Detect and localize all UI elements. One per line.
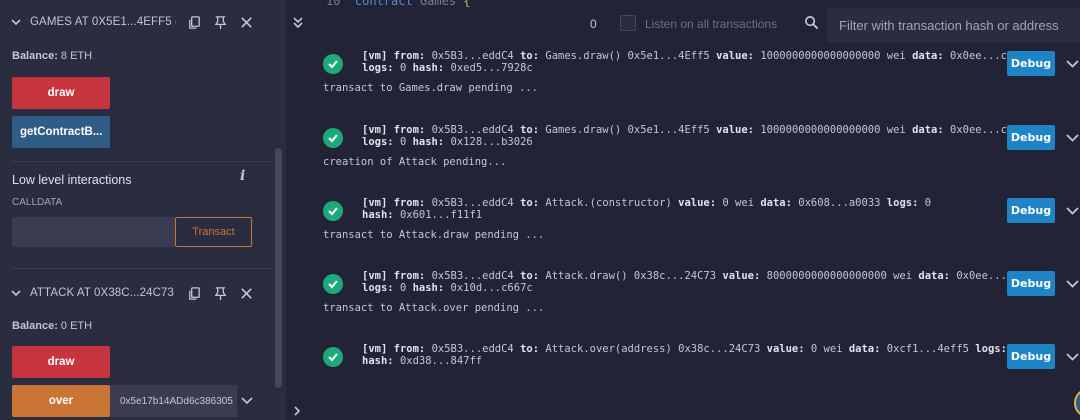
draw-button[interactable]: draw — [12, 77, 110, 109]
success-check-icon — [323, 54, 343, 74]
copy-icon[interactable] — [186, 14, 202, 30]
chevron-down-icon[interactable] — [10, 287, 22, 299]
get-contract-balance-button[interactable]: getContractB... — [12, 116, 110, 148]
pin-icon[interactable] — [212, 285, 228, 301]
contract-title: ATTACK AT 0X38C...24C73 (ME — [30, 287, 176, 299]
chevron-down-icon[interactable] — [1065, 203, 1080, 218]
balance-games: Balance: 8 ETH — [12, 50, 92, 62]
editor-code-peek: 10 contract Games { — [326, 0, 471, 8]
transaction-hash-line: logs: 0 hash: 0xed5...7928c — [362, 62, 533, 74]
remix-ide-window: GAMES AT 0X5E1...4EFF5 (MEM Balance: 8 E… — [0, 0, 1080, 420]
transaction-summary: [vm] from: 0x5B3...eddC4 to: Games.draw(… — [362, 50, 1033, 62]
contract-title: GAMES AT 0X5E1...4EFF5 (MEM — [30, 16, 176, 28]
transaction-summary: [vm] from: 0x5B3...eddC4 to: Games.draw(… — [362, 124, 1033, 136]
contract-header-attack[interactable]: ATTACK AT 0X38C...24C73 (ME — [0, 273, 262, 313]
terminal-panel: 10 contract Games { 0 Listen on all tran… — [286, 0, 1080, 420]
calldata-input[interactable] — [12, 217, 175, 247]
over-address-input[interactable]: 0x5e17b14ADd6c386305 — [110, 385, 237, 417]
search-icon[interactable] — [804, 15, 819, 30]
info-icon[interactable]: i — [240, 168, 245, 184]
chevron-down-icon[interactable] — [1065, 56, 1080, 71]
debug-button[interactable]: Debug — [1007, 271, 1055, 296]
scrollbar-thumb[interactable] — [275, 148, 282, 388]
pending-message: transact to Attack.draw pending ... — [323, 229, 545, 241]
chevron-down-icon[interactable] — [10, 16, 22, 28]
pin-icon[interactable] — [212, 14, 228, 30]
chevron-right-icon[interactable] — [292, 404, 302, 416]
success-check-icon — [323, 128, 343, 148]
transaction-summary: [vm] from: 0x5B3...eddC4 to: Attack.draw… — [362, 270, 1039, 282]
success-check-icon — [323, 201, 343, 221]
low-level-interactions-title: Low level interactions — [12, 173, 132, 187]
over-button[interactable]: over — [12, 385, 110, 417]
deployed-contracts-panel: GAMES AT 0X5E1...4EFF5 (MEM Balance: 8 E… — [0, 0, 286, 420]
debug-button[interactable]: Debug — [1007, 51, 1055, 76]
copy-icon[interactable] — [186, 285, 202, 301]
transaction-hash-line: logs: 0 hash: 0x128...b3026 — [362, 136, 533, 148]
transaction-hash-line: hash: 0x601...f11f1 — [362, 209, 483, 221]
listen-checkbox[interactable] — [620, 15, 636, 31]
transaction-hash-line: logs: 0 hash: 0x10d...c667c — [362, 282, 533, 294]
pending-message: creation of Attack pending... — [323, 156, 507, 168]
success-check-icon — [323, 274, 343, 294]
terminal-toolbar: 10 contract Games { 0 Listen on all tran… — [286, 0, 1080, 48]
debug-button[interactable]: Debug — [1007, 198, 1055, 223]
chevron-down-icon[interactable] — [1065, 130, 1080, 145]
contract-header-games[interactable]: GAMES AT 0X5E1...4EFF5 (MEM — [0, 2, 262, 42]
chevron-down-icon[interactable] — [1065, 349, 1080, 364]
pending-count: 0 — [590, 17, 597, 31]
listen-label[interactable]: Listen on all transactions — [645, 17, 777, 31]
balance-value: 0 ETH — [60, 320, 93, 332]
divider — [12, 268, 272, 269]
collapse-terminal-icon[interactable] — [292, 16, 304, 30]
divider — [12, 161, 272, 162]
success-check-icon — [323, 347, 343, 367]
close-icon[interactable] — [238, 14, 254, 30]
chevron-down-icon[interactable] — [240, 393, 254, 407]
close-icon[interactable] — [238, 285, 254, 301]
attack-draw-button[interactable]: draw — [12, 346, 110, 378]
transact-button[interactable]: Transact — [175, 217, 252, 247]
transaction-summary: [vm] from: 0x5B3...eddC4 to: Attack.over… — [362, 343, 1020, 355]
debug-button[interactable]: Debug — [1007, 125, 1055, 150]
balance-value: 8 ETH — [60, 50, 93, 62]
transaction-hash-line: hash: 0xd38...847ff — [362, 355, 483, 367]
balance-label: Balance: — [12, 320, 58, 332]
balance-attack: Balance: 0 ETH — [12, 320, 92, 332]
pending-message: transact to Games.draw pending ... — [323, 82, 538, 94]
chevron-down-icon[interactable] — [1065, 276, 1080, 291]
pending-message: transact to Attack.over pending ... — [323, 302, 545, 314]
transaction-summary: [vm] from: 0x5B3...eddC4 to: Attack.(con… — [362, 197, 932, 209]
calldata-label: CALLDATA — [12, 197, 63, 208]
balance-label: Balance: — [12, 50, 58, 62]
filter-input[interactable]: Filter with transaction hash or address — [827, 8, 1080, 42]
debug-button[interactable]: Debug — [1007, 344, 1055, 369]
